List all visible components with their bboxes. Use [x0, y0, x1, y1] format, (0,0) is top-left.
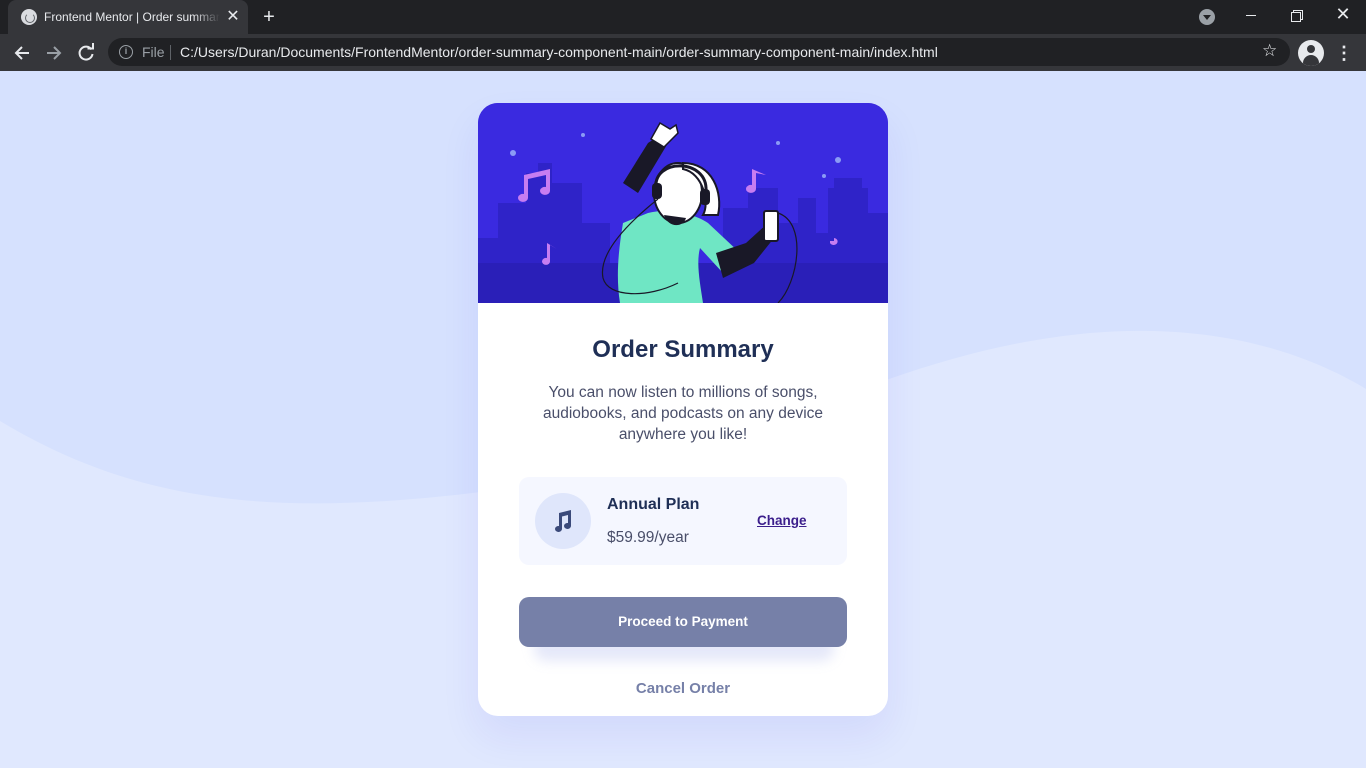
close-icon[interactable]: ✕: [224, 8, 242, 26]
music-note-icon: [535, 493, 591, 549]
cancel-order-button[interactable]: Cancel Order: [478, 680, 888, 697]
description-text: You can now listen to millions of songs,…: [542, 384, 824, 443]
plus-icon[interactable]: +: [258, 6, 280, 28]
browser-toolbar: i File C:/Users/Duran/Documents/Frontend…: [0, 34, 1366, 71]
tab-title: Frontend Mentor | Order summary: [44, 10, 220, 24]
browser-tab[interactable]: Frontend Mentor | Order summary ✕: [8, 0, 248, 34]
proceed-to-payment-button[interactable]: Proceed to Payment: [519, 597, 847, 647]
change-plan-link[interactable]: Change: [757, 513, 807, 528]
reload-icon[interactable]: [72, 39, 100, 67]
favicon-icon: [21, 9, 37, 25]
window-close-icon[interactable]: ✕: [1320, 0, 1366, 32]
plan-price: $59.99/year: [607, 529, 689, 546]
maximize-icon[interactable]: [1274, 0, 1320, 32]
file-label: File: [142, 44, 165, 60]
hero-illustration: [478, 103, 888, 303]
plan-summary: Annual Plan $59.99/year Change: [519, 477, 847, 565]
tab-search-icon[interactable]: [1199, 9, 1215, 25]
info-icon[interactable]: i: [119, 45, 133, 59]
page-title: Order Summary: [592, 336, 774, 363]
star-icon[interactable]: ☆: [1262, 41, 1277, 61]
address-bar[interactable]: i File C:/Users/Duran/Documents/Frontend…: [108, 38, 1290, 66]
plan-name: Annual Plan: [607, 496, 700, 513]
url-text[interactable]: C:/Users/Duran/Documents/FrontendMentor/…: [180, 44, 938, 60]
dancing-person-illustration: [478, 103, 888, 303]
forward-icon[interactable]: [40, 39, 68, 67]
menu-icon[interactable]: ⋮: [1334, 40, 1354, 66]
back-icon[interactable]: [8, 39, 36, 67]
profile-icon[interactable]: [1298, 40, 1324, 66]
order-summary-card: Order Summary You can now listen to mill…: [478, 103, 888, 716]
tab-strip: Frontend Mentor | Order summary ✕ + ✕: [0, 0, 1366, 34]
minimize-icon[interactable]: [1228, 0, 1274, 32]
divider: [170, 45, 171, 60]
page-viewport: Order Summary You can now listen to mill…: [0, 71, 1366, 768]
